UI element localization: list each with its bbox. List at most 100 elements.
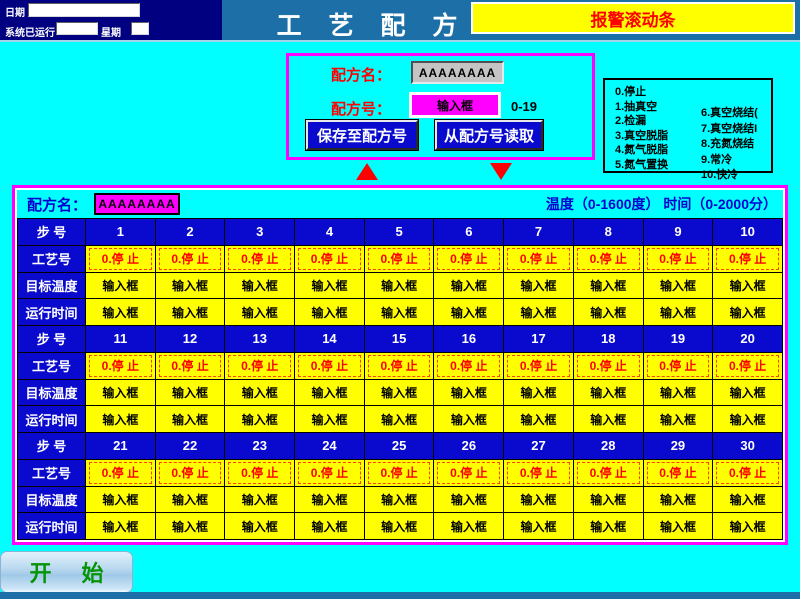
temp-input-cell[interactable]: 输入框 [504, 273, 573, 299]
temp-input-cell[interactable]: 输入框 [434, 380, 503, 406]
process-input-cell[interactable]: 0.停 止 [225, 460, 294, 486]
start-button[interactable]: 开 始 [0, 551, 133, 593]
process-input-cell[interactable]: 0.停 止 [295, 246, 364, 272]
temp-input-cell[interactable]: 输入框 [434, 487, 503, 513]
time-input-cell[interactable]: 输入框 [574, 406, 643, 432]
process-input-cell[interactable]: 0.停 止 [504, 460, 573, 486]
process-input-cell[interactable]: 0.停 止 [504, 353, 573, 379]
time-input-cell[interactable]: 输入框 [504, 299, 573, 325]
process-input-cell[interactable]: 0.停 止 [574, 460, 643, 486]
temp-input-cell[interactable]: 输入框 [156, 380, 225, 406]
process-input-cell[interactable]: 0.停 止 [365, 460, 434, 486]
time-input-cell[interactable]: 输入框 [295, 299, 364, 325]
temp-input-cell[interactable]: 输入框 [156, 487, 225, 513]
process-input-cell[interactable]: 0.停 止 [365, 246, 434, 272]
load-from-recipe-button[interactable]: 从配方号读取 [435, 120, 543, 150]
time-input-cell[interactable]: 输入框 [434, 299, 503, 325]
process-input-cell[interactable]: 0.停 止 [434, 460, 503, 486]
temp-input-cell[interactable]: 输入框 [713, 380, 782, 406]
temp-input-cell[interactable]: 输入框 [644, 380, 713, 406]
time-input-cell[interactable]: 输入框 [434, 406, 503, 432]
temp-input-cell[interactable]: 输入框 [504, 487, 573, 513]
time-input-cell[interactable]: 输入框 [225, 406, 294, 432]
time-input-cell[interactable]: 输入框 [225, 513, 294, 539]
time-input-cell[interactable]: 输入框 [713, 406, 782, 432]
time-input-cell[interactable]: 输入框 [644, 513, 713, 539]
time-input-cell[interactable]: 输入框 [156, 513, 225, 539]
time-input-cell[interactable]: 输入框 [225, 299, 294, 325]
time-input-cell[interactable]: 输入框 [86, 299, 155, 325]
time-input-cell[interactable]: 输入框 [365, 406, 434, 432]
process-input-cell[interactable]: 0.停 止 [434, 353, 503, 379]
table-recipe-name-value[interactable]: AAAAAAAA [94, 193, 180, 215]
process-input-cell[interactable]: 0.停 止 [713, 460, 782, 486]
temp-input-cell[interactable]: 输入框 [295, 487, 364, 513]
temp-input-cell[interactable]: 输入框 [504, 380, 573, 406]
time-input-cell[interactable]: 输入框 [574, 513, 643, 539]
temp-input-cell[interactable]: 输入框 [225, 380, 294, 406]
save-to-recipe-button[interactable]: 保存至配方号 [306, 120, 418, 150]
temp-input-cell[interactable]: 输入框 [156, 273, 225, 299]
process-input-cell[interactable]: 0.停 止 [86, 353, 155, 379]
process-input-cell[interactable]: 0.停 止 [504, 246, 573, 272]
time-input-cell[interactable]: 输入框 [86, 406, 155, 432]
time-input-cell[interactable]: 输入框 [713, 513, 782, 539]
process-input-cell[interactable]: 0.停 止 [156, 460, 225, 486]
temp-input-cell[interactable]: 输入框 [225, 273, 294, 299]
process-input-cell[interactable]: 0.停 止 [365, 353, 434, 379]
temp-input-cell[interactable]: 输入框 [574, 273, 643, 299]
time-input-cell[interactable]: 输入框 [504, 513, 573, 539]
process-input-cell[interactable]: 0.停 止 [225, 353, 294, 379]
process-input-cell[interactable]: 0.停 止 [574, 246, 643, 272]
temp-input-cell[interactable]: 输入框 [644, 487, 713, 513]
temp-input-cell[interactable]: 输入框 [86, 380, 155, 406]
time-input-cell[interactable]: 输入框 [504, 406, 573, 432]
process-input-cell[interactable]: 0.停 止 [156, 353, 225, 379]
temp-input-cell[interactable]: 输入框 [574, 487, 643, 513]
process-input-cell[interactable]: 0.停 止 [713, 353, 782, 379]
temp-input-cell[interactable]: 输入框 [574, 380, 643, 406]
time-input-cell[interactable]: 输入框 [295, 513, 364, 539]
temp-input-cell[interactable]: 输入框 [86, 273, 155, 299]
temp-input-cell[interactable]: 输入框 [225, 487, 294, 513]
step-number-cell: 7 [504, 219, 573, 245]
temp-input-cell[interactable]: 输入框 [295, 380, 364, 406]
time-input-cell[interactable]: 输入框 [156, 406, 225, 432]
recipe-number-input[interactable]: 输入框 [409, 92, 501, 118]
step-number-cell: 5 [365, 219, 434, 245]
time-input-cell[interactable]: 输入框 [713, 299, 782, 325]
temp-input-cell[interactable]: 输入框 [713, 487, 782, 513]
time-input-cell[interactable]: 输入框 [574, 299, 643, 325]
process-input-cell[interactable]: 0.停 止 [644, 246, 713, 272]
process-input-cell[interactable]: 0.停 止 [86, 246, 155, 272]
process-input-cell[interactable]: 0.停 止 [156, 246, 225, 272]
temp-input-cell[interactable]: 输入框 [295, 273, 364, 299]
process-input-cell[interactable]: 0.停 止 [644, 460, 713, 486]
process-input-cell[interactable]: 0.停 止 [644, 353, 713, 379]
time-input-cell[interactable]: 输入框 [644, 406, 713, 432]
temp-input-cell[interactable]: 输入框 [86, 487, 155, 513]
process-input-cell[interactable]: 0.停 止 [574, 353, 643, 379]
legend-item: 7.真空烧结I [701, 122, 758, 138]
row-label-temp: 目标温度 [18, 273, 85, 299]
time-input-cell[interactable]: 输入框 [295, 406, 364, 432]
process-input-cell[interactable]: 0.停 止 [225, 246, 294, 272]
temp-input-cell[interactable]: 输入框 [713, 273, 782, 299]
temp-input-cell[interactable]: 输入框 [365, 487, 434, 513]
time-input-cell[interactable]: 输入框 [434, 513, 503, 539]
time-input-cell[interactable]: 输入框 [86, 513, 155, 539]
temp-input-cell[interactable]: 输入框 [365, 380, 434, 406]
temp-input-cell[interactable]: 输入框 [644, 273, 713, 299]
process-input-cell[interactable]: 0.停 止 [86, 460, 155, 486]
process-input-cell[interactable]: 0.停 止 [295, 460, 364, 486]
time-input-cell[interactable]: 输入框 [156, 299, 225, 325]
process-input-cell[interactable]: 0.停 止 [713, 246, 782, 272]
temp-input-cell[interactable]: 输入框 [434, 273, 503, 299]
time-input-cell[interactable]: 输入框 [365, 513, 434, 539]
time-input-cell[interactable]: 输入框 [644, 299, 713, 325]
recipe-name-input[interactable]: AAAAAAAA [411, 61, 504, 84]
process-input-cell[interactable]: 0.停 止 [295, 353, 364, 379]
temp-input-cell[interactable]: 输入框 [365, 273, 434, 299]
time-input-cell[interactable]: 输入框 [365, 299, 434, 325]
process-input-cell[interactable]: 0.停 止 [434, 246, 503, 272]
